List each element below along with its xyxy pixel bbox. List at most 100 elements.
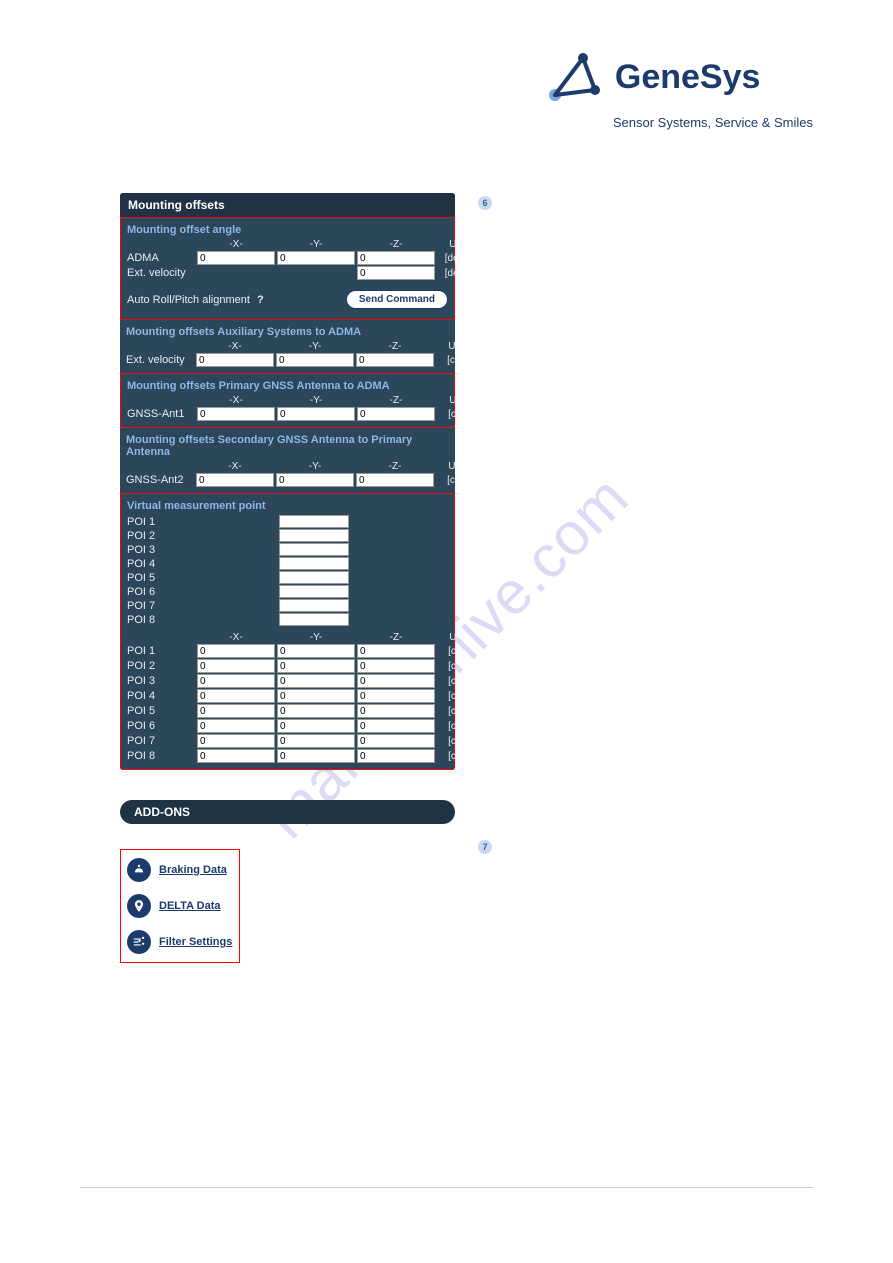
poi-z-input[interactable] [357, 734, 435, 748]
poi-unit: [cm] [437, 706, 455, 717]
poi-name-input[interactable] [279, 599, 349, 612]
section-vmp: Virtual measurement point POI 1 POI 2 POI … [120, 493, 455, 770]
gnss2-x-input[interactable] [196, 473, 274, 487]
auto-alignment-label: Auto Roll/Pitch alignment ? [127, 294, 264, 306]
row-label-adma: ADMA [127, 252, 195, 264]
poi-z-input[interactable] [357, 644, 435, 658]
poi-coord-label: POI 4 [127, 690, 195, 702]
col-unit: Unit [437, 239, 455, 250]
poi-y-input[interactable] [277, 749, 355, 763]
braking-icon [127, 858, 151, 882]
brand-logo-icon [545, 50, 605, 105]
poi-z-input[interactable] [357, 719, 435, 733]
addon-link-braking[interactable]: Braking Data [159, 864, 227, 876]
addon-braking-data[interactable]: Braking Data [127, 858, 233, 882]
poi-name-input[interactable] [279, 543, 349, 556]
poi-y-input[interactable] [277, 689, 355, 703]
panel-title: Mounting offsets [120, 193, 455, 217]
gnss2-col-x: -X- [196, 461, 274, 472]
extvel-angle-z-input[interactable] [357, 266, 435, 280]
poi-y-input[interactable] [277, 719, 355, 733]
send-command-button[interactable]: Send Command [346, 290, 448, 309]
poi-coord-label: POI 7 [127, 735, 195, 747]
row-label-gnss1: GNSS-Ant1 [127, 408, 195, 420]
poi-z-input[interactable] [357, 674, 435, 688]
addon-link-filter[interactable]: Filter Settings [159, 936, 232, 948]
poi-name-input[interactable] [279, 585, 349, 598]
poi-x-input[interactable] [197, 659, 275, 673]
poi-x-input[interactable] [197, 749, 275, 763]
gnss1-y-input[interactable] [277, 407, 355, 421]
poi-x-input[interactable] [197, 719, 275, 733]
gnss1-col-z: -Z- [357, 395, 435, 406]
poi-coord-label: POI 8 [127, 750, 195, 762]
extvel-aux-z-input[interactable] [356, 353, 434, 367]
poi-unit: [cm] [437, 676, 455, 687]
aux-col-y: -Y- [276, 341, 354, 352]
poi-y-input[interactable] [277, 734, 355, 748]
vmp-col-x: -X- [197, 632, 275, 643]
section-title-vmp: Virtual measurement point [127, 496, 448, 515]
poi-name-input[interactable] [279, 515, 349, 528]
poi-name-label: POI 1 [127, 516, 277, 528]
gnss2-y-input[interactable] [276, 473, 354, 487]
gnss2-col-y: -Y- [276, 461, 354, 472]
poi-unit: [cm] [437, 661, 455, 672]
poi-coord-label: POI 3 [127, 675, 195, 687]
poi-y-input[interactable] [277, 704, 355, 718]
section-offset-angle: Mounting offset angle -X- -Y- -Z- Unit A… [120, 217, 455, 320]
poi-z-input[interactable] [357, 704, 435, 718]
addon-filter-settings[interactable]: Filter Settings [127, 930, 233, 954]
poi-unit: [cm] [437, 691, 455, 702]
gnss1-x-input[interactable] [197, 407, 275, 421]
brand-header: GeneSys Sensor Systems, Service & Smiles [545, 50, 813, 130]
filter-icon [127, 930, 151, 954]
poi-name-input[interactable] [279, 557, 349, 570]
poi-name-label: POI 3 [127, 544, 277, 556]
poi-x-input[interactable] [197, 674, 275, 688]
poi-x-input[interactable] [197, 689, 275, 703]
poi-coord-label: POI 1 [127, 645, 195, 657]
addons-box: Braking Data DELTA Data Filter Settings [120, 849, 240, 963]
poi-name-input[interactable] [279, 529, 349, 542]
vmp-col-z: -Z- [357, 632, 435, 643]
poi-coord-label: POI 2 [127, 660, 195, 672]
poi-x-input[interactable] [197, 644, 275, 658]
aux-col-unit: Unit [436, 341, 455, 352]
adma-z-input[interactable] [357, 251, 435, 265]
addon-delta-data[interactable]: DELTA Data [127, 894, 233, 918]
poi-name-label: POI 8 [127, 614, 277, 626]
section-title-aux: Mounting offsets Auxiliary Systems to AD… [126, 322, 449, 341]
row-label-extvel-aux: Ext. velocity [126, 354, 194, 366]
adma-x-input[interactable] [197, 251, 275, 265]
poi-name-label: POI 6 [127, 586, 277, 598]
poi-name-input[interactable] [279, 571, 349, 584]
brand-tagline: Sensor Systems, Service & Smiles [613, 115, 813, 130]
col-y: -Y- [277, 239, 355, 250]
row-label-extvel-angle: Ext. velocity [127, 267, 195, 279]
section-title-gnss2: Mounting offsets Secondary GNSS Antenna … [126, 430, 449, 461]
adma-y-input[interactable] [277, 251, 355, 265]
poi-y-input[interactable] [277, 644, 355, 658]
poi-name-input[interactable] [279, 613, 349, 626]
addon-link-delta[interactable]: DELTA Data [159, 900, 221, 912]
vmp-col-unit: Unit [437, 632, 455, 643]
poi-z-input[interactable] [357, 659, 435, 673]
poi-z-input[interactable] [357, 689, 435, 703]
poi-x-input[interactable] [197, 704, 275, 718]
gnss1-col-x: -X- [197, 395, 275, 406]
gnss1-z-input[interactable] [357, 407, 435, 421]
poi-y-input[interactable] [277, 659, 355, 673]
mounting-offsets-panel: Mounting offsets Mounting offset angle -… [120, 193, 455, 770]
poi-y-input[interactable] [277, 674, 355, 688]
help-icon[interactable]: ? [257, 294, 264, 306]
extvel-aux-x-input[interactable] [196, 353, 274, 367]
poi-x-input[interactable] [197, 734, 275, 748]
section-title-angle: Mounting offset angle [127, 220, 448, 239]
callout-badge-6: 6 [478, 196, 492, 210]
extvel-aux-y-input[interactable] [276, 353, 354, 367]
adma-unit: [deg] [437, 253, 455, 264]
gnss2-z-input[interactable] [356, 473, 434, 487]
poi-unit: [cm] [437, 646, 455, 657]
poi-z-input[interactable] [357, 749, 435, 763]
